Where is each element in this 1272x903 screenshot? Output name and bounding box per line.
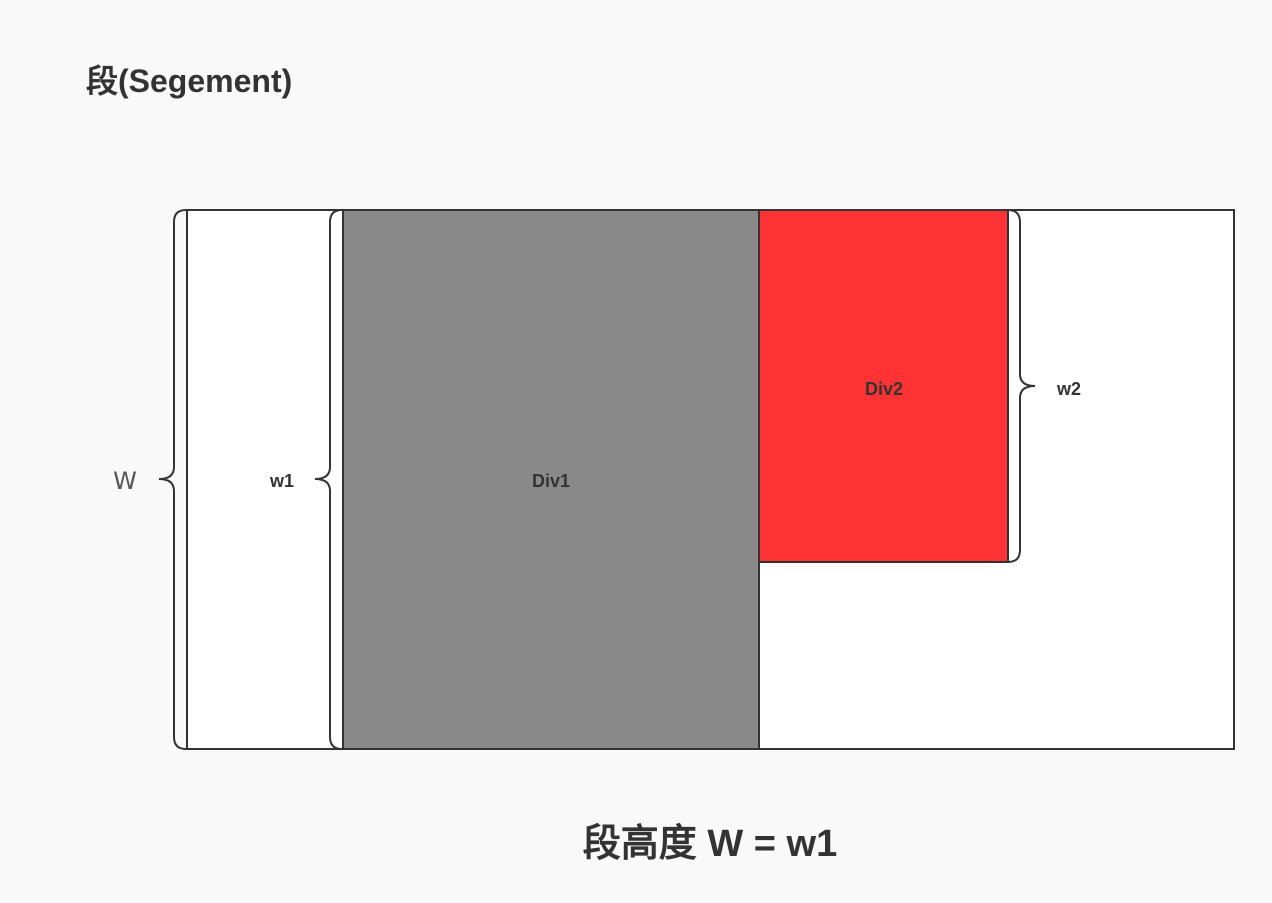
w1-label: w1 (269, 471, 294, 491)
brace-w (158, 209, 187, 750)
w2-label: w2 (1056, 379, 1081, 399)
div1-label: Div1 (532, 471, 570, 491)
formula-caption: 段高度 W = w1 (582, 823, 838, 865)
w-label: W (113, 467, 137, 495)
segment-diagram: Div1 Div2 w1 w2 W (113, 209, 1235, 750)
div2-label: Div2 (865, 379, 903, 399)
